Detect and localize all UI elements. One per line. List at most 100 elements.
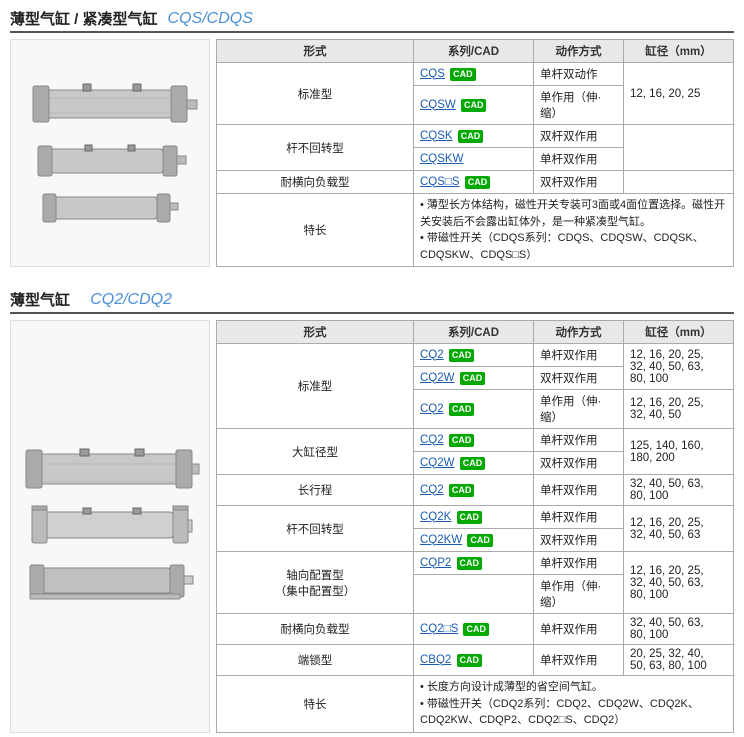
s2-header-series: 系列/CAD bbox=[414, 321, 534, 344]
label-s2-large: 大缸径型 bbox=[217, 429, 414, 475]
table-row: 大缸径型 CQ2 CAD 单杆双作用 125, 140, 160,180, 20… bbox=[217, 429, 734, 452]
bore-cq2-s: 12, 16, 20, 25,32, 40, 50 bbox=[624, 390, 734, 429]
label-s2-nonrot: 杆不回转型 bbox=[217, 506, 414, 552]
table-row: 杆不回转型 CQSK CAD 双杆双作用 bbox=[217, 125, 734, 148]
feature-cell-1: •薄型长方体结构，磁性开关专装可3面或4面位置选择。磁性开关安装后不会露出缸体外… bbox=[414, 194, 734, 267]
bore-large: 125, 140, 160,180, 200 bbox=[624, 429, 734, 475]
label-s2-lateral: 耐横向负载型 bbox=[217, 614, 414, 645]
link-cq2[interactable]: CQ2 bbox=[420, 349, 444, 361]
link-cq2kw[interactable]: CQ2KW bbox=[420, 534, 462, 546]
link-cq2-s[interactable]: CQ2 bbox=[420, 403, 444, 415]
link-cq2-long[interactable]: CQ2 bbox=[420, 484, 444, 496]
cad-cq2[interactable]: CAD bbox=[449, 349, 475, 362]
cad-badge-cqsw[interactable]: CAD bbox=[461, 99, 487, 112]
s2-feature-1: •长度方向设计成薄型的省空间气缸。 bbox=[420, 679, 727, 696]
section2-image bbox=[10, 320, 210, 733]
label-s2-long: 长行程 bbox=[217, 475, 414, 506]
link-cell-cq2-large: CQ2 CAD bbox=[414, 429, 534, 452]
s2-header-form: 形式 bbox=[217, 321, 414, 344]
table-row: 耐横向负载型 CQS□S CAD 双杆双作用 bbox=[217, 171, 734, 194]
link-cqsk[interactable]: CQSK bbox=[420, 130, 453, 142]
link-cq2s[interactable]: CQ2□S bbox=[420, 623, 458, 635]
table-row-feature: 特长 •薄型长方体结构，磁性开关专装可3面或4面位置选择。磁性开关安装后不会露出… bbox=[217, 194, 734, 267]
cad-badge-cqss[interactable]: CAD bbox=[465, 176, 491, 189]
action-cqsk: 双杆双作用 bbox=[534, 125, 624, 148]
cad-cbq2[interactable]: CAD bbox=[457, 654, 483, 667]
cad-badge-cqs[interactable]: CAD bbox=[450, 68, 476, 81]
bore-nonrot2: 12, 16, 20, 25,32, 40, 50, 63 bbox=[624, 506, 734, 552]
label-lateral: 耐横向负载型 bbox=[217, 171, 414, 194]
link-cell-cq2-single: CQ2 CAD bbox=[414, 390, 534, 429]
cad-cq2kw[interactable]: CAD bbox=[467, 534, 493, 547]
action-cq2kw: 双杆双作用 bbox=[534, 529, 624, 552]
label-feature1: 特长 bbox=[217, 194, 414, 267]
cad-badge-cqsk[interactable]: CAD bbox=[458, 130, 484, 143]
action-cbq2: 单杆双作用 bbox=[534, 645, 624, 676]
link-cq2-large[interactable]: CQ2 bbox=[420, 434, 444, 446]
cylinder-svg-3 bbox=[40, 191, 180, 229]
section2-header: 薄型气缸 CQ2/CDQ2 bbox=[10, 289, 734, 314]
link-cqp2[interactable]: CQP2 bbox=[420, 557, 451, 569]
cylinder-svg-4 bbox=[20, 444, 200, 496]
s2-feature-2: •带磁性开关（CDQ2系列：CDQ2、CDQ2W、CDQ2K、CDQ2KW、CD… bbox=[420, 696, 727, 729]
link-cqsw[interactable]: CQSW bbox=[420, 99, 456, 111]
header-form: 形式 bbox=[217, 40, 414, 63]
link-cq2w-large[interactable]: CQ2W bbox=[420, 457, 455, 469]
label-s2-axial: 轴向配置型（集中配置型） bbox=[217, 552, 414, 614]
bore-s2-std: 12, 16, 20, 25,32, 40, 50, 63,80, 100 bbox=[624, 344, 734, 390]
action-cq2-s: 单作用（伸·缩） bbox=[534, 390, 624, 429]
bore-long: 32, 40, 50, 63,80, 100 bbox=[624, 475, 734, 506]
section2-title-cn: 薄型气缸 bbox=[10, 289, 70, 310]
cad-cq2w[interactable]: CAD bbox=[460, 372, 486, 385]
feature-item-2: •带磁性开关（CDQS系列：CDQS、CDQSW、CDQSK、CDQSKW、CD… bbox=[420, 230, 727, 263]
bore-standard: 12, 16, 20, 25 bbox=[624, 63, 734, 125]
cad-cq2k[interactable]: CAD bbox=[457, 511, 483, 524]
section1-header: 薄型气缸 / 紧凑型气缸 CQS/CDQS bbox=[10, 8, 734, 33]
action-cq2w: 双杆双作用 bbox=[534, 367, 624, 390]
table-row-feature2: 特长 •长度方向设计成薄型的省空间气缸。 •带磁性开关（CDQ2系列：CDQ2、… bbox=[217, 676, 734, 733]
header-action: 动作方式 bbox=[534, 40, 624, 63]
link-cbq2[interactable]: CBQ2 bbox=[420, 654, 451, 666]
link-cell-cqp2-s bbox=[414, 575, 534, 614]
table-row: 长行程 CQ2 CAD 单杆双作用 32, 40, 50, 63,80, 100 bbox=[217, 475, 734, 506]
section1-table: 形式 系列/CAD 动作方式 缸径（mm） 标准型 CQS CAD 单杆双动作 … bbox=[216, 39, 734, 267]
section2-title-sep bbox=[80, 291, 84, 308]
section2: 薄型气缸 CQ2/CDQ2 bbox=[0, 281, 744, 737]
link-cell-cqs: CQS CAD bbox=[414, 63, 534, 86]
action-cq2-large: 单杆双作用 bbox=[534, 429, 624, 452]
table-row: 杆不回转型 CQ2K CAD 单杆双作用 12, 16, 20, 25,32, … bbox=[217, 506, 734, 529]
divider bbox=[0, 271, 744, 281]
cylinder-svg-1 bbox=[23, 78, 198, 133]
action-cq2s: 单杆双作用 bbox=[534, 614, 624, 645]
link-cell-cq2w: CQ2W CAD bbox=[414, 367, 534, 390]
label-nonrot: 杆不回转型 bbox=[217, 125, 414, 171]
link-cqss[interactable]: CQS□S bbox=[420, 176, 460, 188]
cad-cq2-s[interactable]: CAD bbox=[449, 403, 475, 416]
action-cqskw: 单杆双作用 bbox=[534, 148, 624, 171]
section2-title-en: CQ2/CDQ2 bbox=[90, 291, 172, 309]
cad-cq2-large[interactable]: CAD bbox=[449, 434, 475, 447]
bore-axial: 12, 16, 20, 25,32, 40, 50, 63,80, 100 bbox=[624, 552, 734, 614]
cad-cq2w-large[interactable]: CAD bbox=[460, 457, 486, 470]
table-row: 标准型 CQS CAD 单杆双动作 12, 16, 20, 25 bbox=[217, 63, 734, 86]
cad-cq2-long[interactable]: CAD bbox=[449, 484, 475, 497]
table-row: 端锁型 CBQ2 CAD 单杆双作用 20, 25, 32, 40,50, 63… bbox=[217, 645, 734, 676]
cad-cqp2[interactable]: CAD bbox=[457, 557, 483, 570]
cad-cq2s[interactable]: CAD bbox=[463, 623, 489, 636]
link-cell-cqsw: CQSW CAD bbox=[414, 86, 534, 125]
action-cqp2: 单杆双作用 bbox=[534, 552, 624, 575]
section1-content: 形式 系列/CAD 动作方式 缸径（mm） 标准型 CQS CAD 单杆双动作 … bbox=[10, 39, 734, 267]
section2-cylinders bbox=[15, 321, 205, 732]
link-cq2k[interactable]: CQ2K bbox=[420, 511, 451, 523]
link-cell-cbq2: CBQ2 CAD bbox=[414, 645, 534, 676]
section1: 薄型气缸 / 紧凑型气缸 CQS/CDQS bbox=[0, 0, 744, 271]
action-cqs: 单杆双动作 bbox=[534, 63, 624, 86]
link-cqskw[interactable]: CQSKW bbox=[420, 153, 463, 165]
s2-header-bore: 缸径（mm） bbox=[624, 321, 734, 344]
link-cell-cqss: CQS□S CAD bbox=[414, 171, 534, 194]
link-cq2w[interactable]: CQ2W bbox=[420, 372, 455, 384]
section1-title-cn: 薄型气缸 / 紧凑型气缸 bbox=[10, 8, 158, 29]
link-cqs[interactable]: CQS bbox=[420, 68, 445, 80]
action-cq2: 单杆双作用 bbox=[534, 344, 624, 367]
action-cq2w-large: 双杆双作用 bbox=[534, 452, 624, 475]
